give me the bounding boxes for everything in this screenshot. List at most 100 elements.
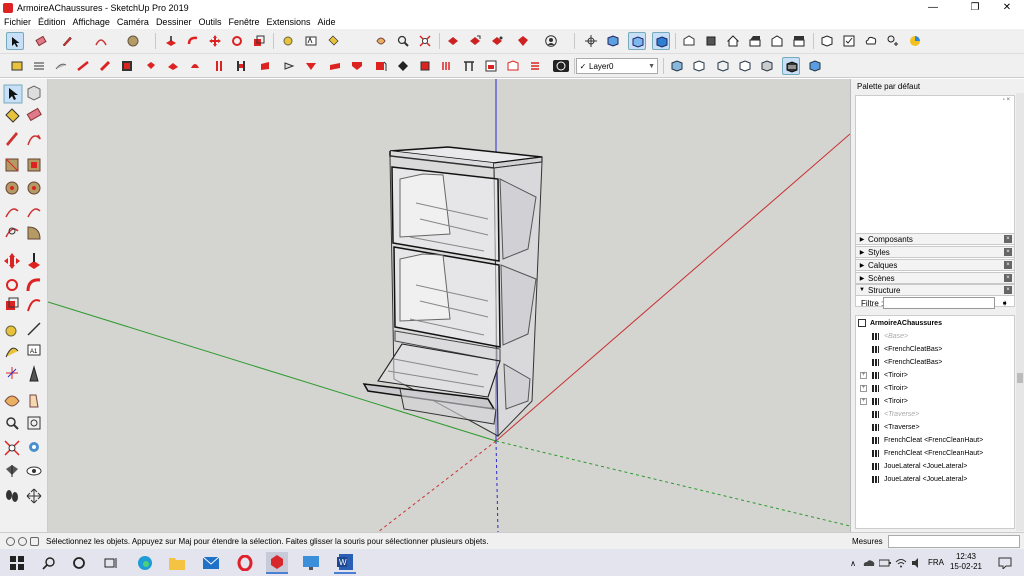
display-section-fill-button[interactable]: [652, 32, 670, 50]
onedrive-button[interactable]: [862, 552, 876, 574]
outliner-item[interactable]: <Traverse>: [872, 408, 919, 420]
view-front-button[interactable]: [724, 32, 742, 50]
layers-button[interactable]: [30, 57, 48, 75]
view-right-button[interactable]: [746, 32, 764, 50]
paint-bucket-button[interactable]: [324, 32, 342, 50]
monitor-app-button[interactable]: [300, 552, 322, 574]
xray-button[interactable]: [668, 57, 686, 75]
flip-edge-button[interactable]: [186, 57, 204, 75]
two-point-arc-tool[interactable]: [27, 208, 41, 218]
search-button[interactable]: [38, 552, 60, 574]
view-iso-button[interactable]: [680, 32, 698, 50]
line-tool-button[interactable]: [58, 32, 76, 50]
menu-fenetre[interactable]: Fenêtre: [228, 17, 259, 27]
shaded-textures-button[interactable]: [782, 57, 800, 75]
mail-button[interactable]: [200, 552, 222, 574]
close-panel-icon[interactable]: ×: [1004, 274, 1012, 282]
add-detail-button[interactable]: [164, 57, 182, 75]
push-pull-tool[interactable]: [28, 253, 40, 269]
maximize-button[interactable]: ❐: [960, 0, 990, 15]
menu-affichage[interactable]: Affichage: [73, 17, 110, 27]
outliner-item[interactable]: <FrenchCleatBas>: [872, 343, 942, 355]
outliner-item[interactable]: FrenchCleat <FrencCleanHaut>: [872, 447, 983, 459]
rotate-tool[interactable]: [6, 279, 18, 291]
zoom-extents-tool[interactable]: [4, 440, 20, 456]
pipe-button[interactable]: [526, 57, 544, 75]
task-view-button[interactable]: [100, 552, 122, 574]
panel-styles[interactable]: ▶ Styles ×: [855, 246, 1015, 258]
eraser-tool-button[interactable]: [32, 32, 50, 50]
outliner-item[interactable]: <Tiroir>: [872, 369, 908, 381]
close-button[interactable]: ✕: [992, 0, 1022, 15]
credits-icon[interactable]: [18, 537, 27, 546]
select-tool-button[interactable]: [6, 32, 24, 50]
make-component-button[interactable]: [818, 32, 836, 50]
outliner-item[interactable]: JoueLateral <JoueLateral>: [872, 473, 967, 485]
pie-tool[interactable]: [27, 226, 41, 240]
view-back-button[interactable]: [768, 32, 786, 50]
section-plane-tool[interactable]: [26, 488, 42, 504]
layer-dropdown[interactable]: ✓ Layer0 ▼: [576, 58, 658, 74]
geo-location-icon[interactable]: [6, 537, 15, 546]
expand-plus-icon[interactable]: +: [860, 372, 867, 379]
minimize-button[interactable]: —: [918, 0, 948, 15]
drape-button[interactable]: [142, 57, 160, 75]
solid-outer-shell-button[interactable]: [210, 57, 228, 75]
outliner-item[interactable]: <Tiroir>: [872, 395, 908, 407]
notifications-button[interactable]: [994, 552, 1016, 574]
polygon-tool[interactable]: [27, 181, 41, 195]
add-location-button[interactable]: [884, 32, 902, 50]
system-clock[interactable]: 12:43 15-02-21: [948, 552, 984, 572]
ocl-button[interactable]: [550, 57, 572, 75]
cube-red-button[interactable]: [416, 57, 434, 75]
push-pull-button[interactable]: [162, 32, 180, 50]
section-plane-button[interactable]: [582, 32, 600, 50]
check-button[interactable]: [840, 32, 858, 50]
zoom-extents-button[interactable]: [416, 32, 434, 50]
three-point-arc-tool[interactable]: [5, 227, 19, 238]
solid-subtract-button[interactable]: [280, 57, 298, 75]
wireframe-button[interactable]: [714, 57, 732, 75]
expand-plus-icon[interactable]: +: [860, 398, 867, 405]
smoove-button[interactable]: [96, 57, 114, 75]
menu-outils[interactable]: Outils: [198, 17, 221, 27]
look-around-tool[interactable]: [26, 466, 42, 476]
outliner-item[interactable]: <Traverse>: [872, 421, 920, 433]
follow-me-tool[interactable]: [26, 278, 41, 292]
pan-tool[interactable]: [29, 394, 39, 408]
circle-tool[interactable]: [5, 181, 19, 195]
zoom-tool-button[interactable]: [394, 32, 412, 50]
modeling-viewport[interactable]: [48, 79, 850, 532]
arc-tool[interactable]: [5, 208, 19, 218]
back-edges-button[interactable]: [690, 57, 708, 75]
walk-tool[interactable]: [6, 490, 18, 502]
solid-split-button[interactable]: [326, 57, 344, 75]
expand-plus-icon[interactable]: +: [860, 385, 867, 392]
measurements-input[interactable]: [888, 535, 1020, 548]
cortana-button[interactable]: [68, 552, 90, 574]
solid-trim-button[interactable]: [302, 57, 320, 75]
move-tool-button[interactable]: [206, 32, 224, 50]
share-model-button[interactable]: [466, 32, 484, 50]
axes-tool[interactable]: [6, 367, 18, 379]
menu-dessiner[interactable]: Dessiner: [156, 17, 192, 27]
sections-button[interactable]: [438, 57, 456, 75]
styles-button[interactable]: [8, 57, 26, 75]
select-tool[interactable]: [3, 84, 23, 104]
add-label-button[interactable]: [482, 57, 500, 75]
warehouse-3d-button[interactable]: [348, 57, 366, 75]
show-hidden-icons-button[interactable]: ∧: [846, 552, 860, 574]
scale-tool[interactable]: [6, 297, 19, 310]
match-photo-button[interactable]: [372, 57, 390, 75]
volume-button[interactable]: [910, 552, 924, 574]
outliner-item[interactable]: <Base>: [872, 330, 908, 342]
hidden-line-button[interactable]: [736, 57, 754, 75]
extension-warehouse-button[interactable]: [514, 32, 532, 50]
panel-calques[interactable]: ▶ Calques ×: [855, 259, 1015, 271]
protractor-tool[interactable]: [5, 347, 19, 358]
edge-button[interactable]: [134, 552, 156, 574]
file-explorer-button[interactable]: [166, 552, 188, 574]
box-button[interactable]: [504, 57, 522, 75]
outliner-item[interactable]: JoueLateral <JoueLateral>: [872, 460, 967, 472]
opera-button[interactable]: [234, 552, 256, 574]
